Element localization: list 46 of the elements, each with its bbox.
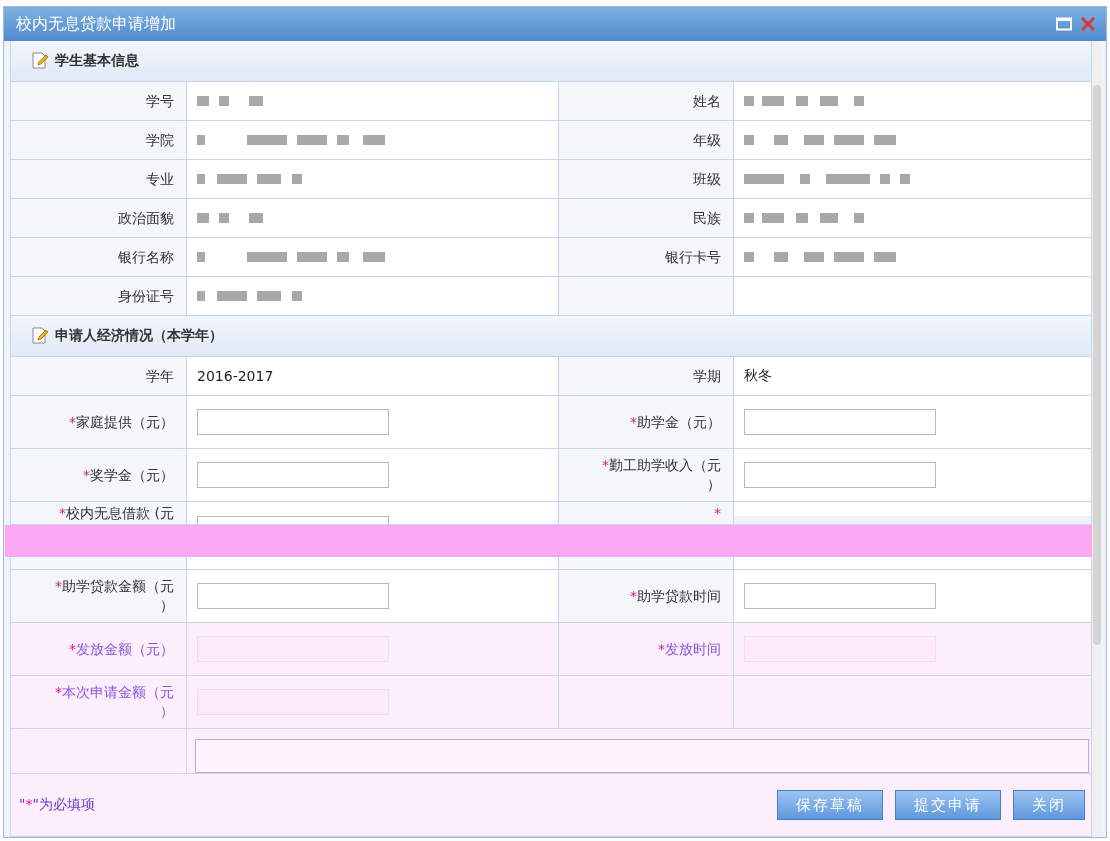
field-label: *本次申请金额（元） [54,683,174,721]
input-field[interactable] [744,583,936,609]
save-draft-button[interactable]: 保存草稿 [777,790,883,820]
section-title: 申请人经济情况（本学年） [55,327,223,345]
required-note: "*"为必填项 [19,796,95,814]
edit-note-icon [31,327,49,345]
field-label: 银行卡号 [665,247,721,267]
edit-note-icon [31,52,49,70]
field-label: 银行名称 [118,247,174,267]
field-label: 年级 [693,130,721,150]
maximize-icon[interactable] [1056,17,1072,31]
field-value: 秋冬 [744,367,772,385]
field-label: *家庭提供（元） [69,412,174,432]
field-label: 姓名 [693,91,721,111]
input-field[interactable] [197,409,389,435]
field-label: 学年 [146,366,174,386]
field-value: 2016-2017 [197,368,274,384]
field-label: *校内无息借款 (元 [59,504,174,523]
input-field[interactable] [197,583,389,609]
submit-button[interactable]: 提交申请 [895,790,1001,820]
field-label: *发放时间 [658,639,721,659]
field-label: *助学贷款时间 [630,586,721,606]
close-icon[interactable] [1080,16,1096,32]
window-title: 校内无息贷款申请增加 [16,13,177,35]
field-label: *发放金额（元） [69,639,174,659]
field-label: *勤工助学收入（元） [601,456,721,494]
field-label: 民族 [693,208,721,228]
redacted-value [197,213,263,223]
field-label: 学期 [693,366,721,386]
close-button[interactable]: 关闭 [1013,790,1085,820]
field-label: 学院 [146,130,174,150]
field-label: 班级 [693,169,721,189]
field-label: 身份证号 [118,286,174,306]
input-field[interactable] [197,462,389,488]
input-field[interactable] [744,462,936,488]
input-field[interactable] [744,409,936,435]
field-label: *助学贷款金额（元） [54,577,174,615]
section-title: 学生基本信息 [55,52,139,70]
field-label: 专业 [146,169,174,189]
field-label: 政治面貌 [118,208,174,228]
scrollbar[interactable] [1092,41,1102,837]
field-label: * [714,504,721,523]
field-label: *助学金（元） [630,412,721,432]
redacted-value [197,96,263,106]
field-label: 学号 [146,91,174,111]
field-label: *奖学金（元） [83,465,174,485]
